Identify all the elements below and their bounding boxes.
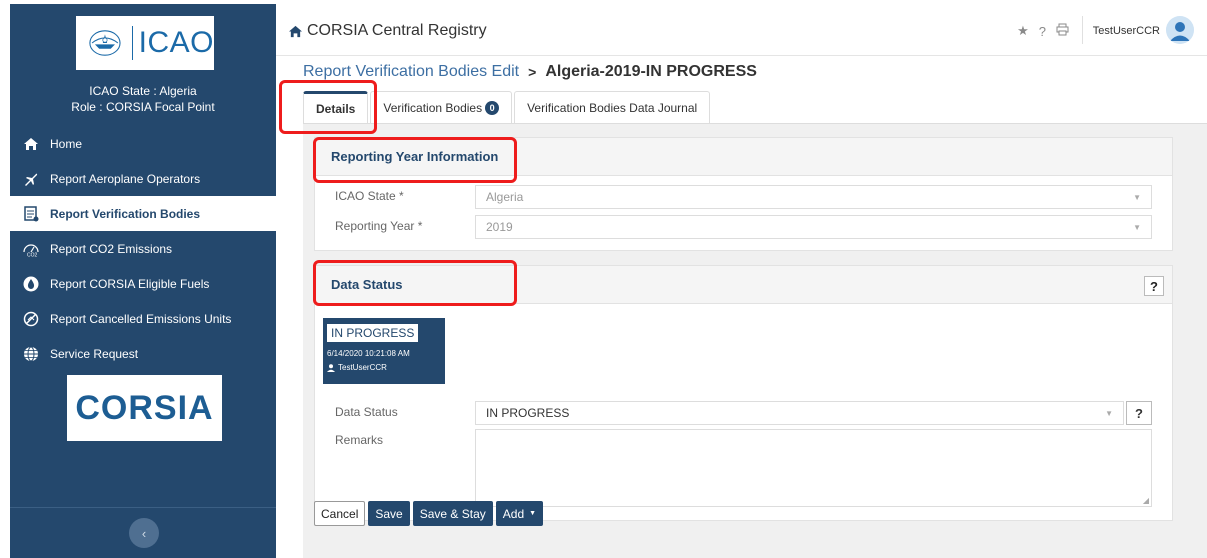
cancel-button[interactable]: Cancel xyxy=(314,501,366,526)
chevron-left-icon: ‹ xyxy=(141,525,147,541)
sidebar-item-eligible-fuels[interactable]: Report CORSIA Eligible Fuels xyxy=(10,266,276,301)
globe-icon xyxy=(22,345,40,363)
sidebar-item-label: Report CORSIA Eligible Fuels xyxy=(50,276,210,291)
highlight-reporting-year-title xyxy=(313,137,517,183)
resize-handle-icon[interactable]: ◢ xyxy=(1143,496,1149,505)
sidebar-item-home[interactable]: Home xyxy=(10,126,276,161)
sidebar: ICAO ICAO State : Algeria Role : CORSIA … xyxy=(10,4,276,558)
sidebar-item-label: Service Request xyxy=(50,346,139,361)
icao-state-select[interactable]: Algeria ▼ xyxy=(475,185,1152,209)
page-title: Algeria-2019-IN PROGRESS xyxy=(545,63,757,80)
plane-icon xyxy=(22,170,40,188)
corsia-logo: CORSIA xyxy=(67,375,222,441)
select-value: IN PROGRESS xyxy=(486,406,570,420)
sidebar-item-label: Report Verification Bodies xyxy=(50,206,201,221)
tab-content: Reporting Year Information ICAO State * … xyxy=(303,123,1207,558)
top-toolbar: ★ ? xyxy=(1017,23,1069,39)
toolbar-divider xyxy=(1082,16,1083,44)
caret-down-icon: ▼ xyxy=(1133,193,1141,202)
sidebar-item-cancelled-units[interactable]: Report Cancelled Emissions Units xyxy=(10,301,276,336)
svg-text:CO2: CO2 xyxy=(27,252,38,257)
caret-down-icon: ▼ xyxy=(1105,409,1113,418)
select-value: Algeria xyxy=(486,190,524,204)
status-help-button[interactable]: ? xyxy=(1126,401,1152,425)
field-label: Remarks xyxy=(335,433,384,447)
icao-logo[interactable]: ICAO xyxy=(76,16,214,70)
user-icon xyxy=(327,363,335,372)
status-badge: IN PROGRESS xyxy=(327,324,419,342)
save-button[interactable]: Save xyxy=(368,501,410,526)
sidebar-item-verification-bodies[interactable]: Report Verification Bodies xyxy=(10,196,276,231)
status-card: IN PROGRESS 6/14/2020 10:21:08 AM TestUs… xyxy=(323,318,445,384)
user-name[interactable]: TestUserCCR xyxy=(1093,25,1160,37)
avatar[interactable] xyxy=(1166,16,1194,44)
report-icon xyxy=(22,205,40,223)
app-title[interactable]: CORSIA Central Registry xyxy=(288,22,487,40)
remarks-textarea[interactable]: ◢ xyxy=(475,429,1152,507)
home-icon xyxy=(288,25,303,38)
sidebar-item-co2-emissions[interactable]: CO2 Report CO2 Emissions xyxy=(10,231,276,266)
icao-state-row: ICAO State * Algeria ▼ xyxy=(315,185,1172,209)
tab-label: Verification Bodies xyxy=(383,100,483,115)
cancelled-units-icon xyxy=(22,310,40,328)
tab-data-journal[interactable]: Verification Bodies Data Journal xyxy=(514,91,711,123)
home-icon xyxy=(22,135,40,153)
sidebar-collapse-button[interactable]: ‹ xyxy=(129,518,159,548)
sidebar-item-service-request[interactable]: Service Request xyxy=(10,336,276,371)
tab-label: Verification Bodies Data Journal xyxy=(527,100,698,115)
reporting-year-row: Reporting Year * 2019 ▼ xyxy=(315,215,1172,239)
main-content: Report Verification Bodies Edit > Algeri… xyxy=(276,56,1207,558)
count-badge: 0 xyxy=(485,100,500,115)
sidebar-item-label: Report Aeroplane Operators xyxy=(50,171,201,186)
sidebar-divider xyxy=(10,507,276,508)
co2-icon: CO2 xyxy=(22,240,40,258)
print-icon[interactable] xyxy=(1056,23,1069,39)
select-value: 2019 xyxy=(486,220,513,234)
data-status-select[interactable]: IN PROGRESS ▼ xyxy=(475,401,1124,425)
breadcrumb: Report Verification Bodies Edit > Algeri… xyxy=(303,63,757,81)
star-icon[interactable]: ★ xyxy=(1017,23,1029,39)
role-line: Role : CORSIA Focal Point xyxy=(71,100,215,114)
add-label: Add xyxy=(502,506,525,521)
highlight-details-tab xyxy=(279,80,377,134)
logo-divider xyxy=(131,26,133,60)
sidebar-item-label: Report Cancelled Emissions Units xyxy=(50,311,232,326)
breadcrumb-separator: > xyxy=(528,64,537,80)
status-user: TestUserCCR xyxy=(327,363,387,372)
highlight-data-status-title xyxy=(313,260,517,306)
status-timestamp: 6/14/2020 10:21:08 AM xyxy=(327,349,410,358)
add-dropdown-button[interactable]: Add ▼ xyxy=(495,501,544,526)
sidebar-item-label: Report CO2 Emissions xyxy=(50,241,173,256)
form-actions: Cancel Save Save & Stay Add ▼ xyxy=(314,501,544,526)
field-label: Reporting Year * xyxy=(335,219,423,233)
help-icon[interactable]: ? xyxy=(1039,24,1046,39)
caret-down-icon: ▼ xyxy=(529,510,537,517)
app-window: ICAO ICAO State : Algeria Role : CORSIA … xyxy=(0,0,1207,558)
icao-logo-text: ICAO xyxy=(138,26,214,59)
caret-down-icon: ▼ xyxy=(1133,223,1141,232)
icao-emblem-icon xyxy=(89,30,121,56)
field-label: ICAO State * xyxy=(335,189,404,203)
help-button[interactable]: ? xyxy=(1144,276,1164,296)
fuel-drop-icon xyxy=(22,275,40,293)
app-title-text: CORSIA Central Registry xyxy=(307,22,487,39)
sidebar-item-aeroplane-operators[interactable]: Report Aeroplane Operators xyxy=(10,161,276,196)
breadcrumb-link[interactable]: Report Verification Bodies Edit xyxy=(303,63,519,81)
reporting-year-select[interactable]: 2019 ▼ xyxy=(475,215,1152,239)
sidebar-nav: Home Report Aeroplane Operators Report V… xyxy=(10,126,276,371)
corsia-logo-text: CORSIA xyxy=(75,388,214,427)
icao-state-line: ICAO State : Algeria xyxy=(89,84,197,98)
tab-verification-bodies[interactable]: Verification Bodies 0 xyxy=(370,91,513,123)
top-bar: CORSIA Central Registry ★ ? TestUserCCR xyxy=(276,4,1207,56)
status-user-name: TestUserCCR xyxy=(338,363,387,372)
field-label: Data Status xyxy=(335,405,398,419)
sidebar-item-label: Home xyxy=(50,136,83,151)
save-and-stay-button[interactable]: Save & Stay xyxy=(412,501,493,526)
